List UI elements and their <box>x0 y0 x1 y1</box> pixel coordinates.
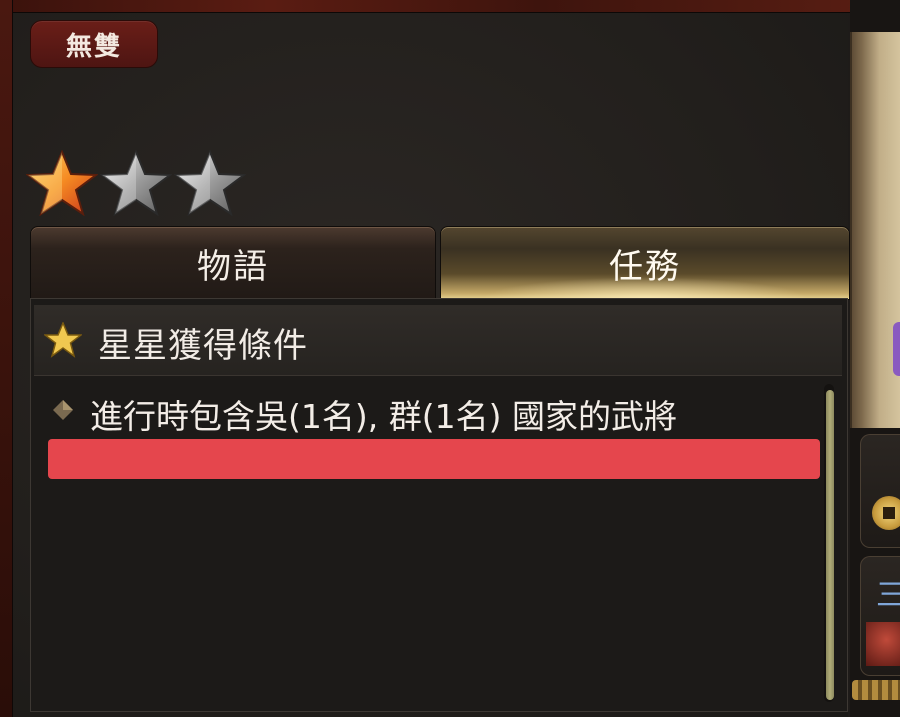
condition-item: 進行時包含吳(1名), 群(1名) 國家的武將 <box>90 397 677 436</box>
slot-glyph: 三 <box>876 578 900 613</box>
item-image <box>866 622 900 666</box>
star-earned-icon <box>26 150 98 216</box>
star-icon <box>44 322 82 358</box>
star-empty-icon <box>174 150 246 216</box>
star-rating <box>26 150 246 216</box>
redacted-bar <box>48 439 820 479</box>
left-frame <box>0 0 13 717</box>
tab-story[interactable]: 物語 <box>30 226 436 300</box>
ornament-decoration <box>852 680 900 700</box>
tab-quest[interactable]: 任務 <box>440 226 850 300</box>
scrollbar-thumb[interactable] <box>826 390 834 700</box>
star-empty-icon <box>100 150 172 216</box>
top-frame <box>0 0 900 13</box>
coin-icon <box>872 496 900 530</box>
purple-button[interactable] <box>893 322 900 376</box>
item-slot[interactable] <box>860 434 900 548</box>
mode-badge: 無雙 <box>30 20 158 68</box>
conditions-title: 星星獲得條件 <box>98 326 308 366</box>
diamond-bullet-icon <box>53 400 73 420</box>
